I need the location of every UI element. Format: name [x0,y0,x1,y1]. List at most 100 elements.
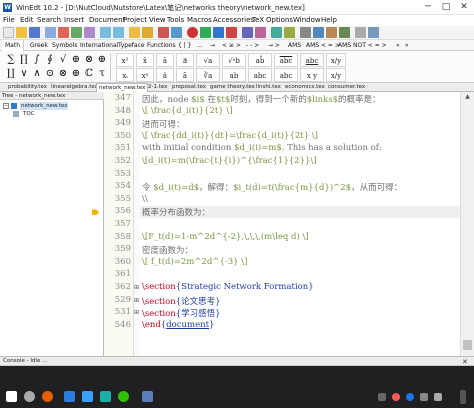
tab-dashed-arrows[interactable]: - - > [246,40,259,51]
superscript-button[interactable]: x² [116,53,134,67]
stop-icon[interactable] [187,27,198,38]
tab-ams-not-relations[interactable]: AMS NOT < = > [338,40,387,51]
bigotimes-symbol[interactable]: ⊗ [57,67,69,80]
tab-game-theory[interactable]: game theory.tex [208,83,257,92]
binomial-button[interactable]: x y [300,68,324,82]
copy-icon[interactable] [71,27,82,38]
oplus-symbol[interactable]: ⊕ [70,53,82,66]
project-icon[interactable] [339,27,350,38]
spellcheck-icon[interactable] [171,27,182,38]
code-line[interactable]: 因此，node $i$ 在$t$时刻，得到一个新的$links$的概率是： [142,93,381,105]
tray-icon-2[interactable] [392,393,400,401]
fold-column[interactable]: ⊞ ⊞ ⊞ [134,92,140,356]
tilde-accent-button[interactable]: ã [176,68,194,82]
tab-consumer[interactable]: consumer.tex [326,83,367,92]
code-line[interactable]: \\ [142,194,148,204]
tray-icon-1[interactable] [378,393,386,401]
pdf-viewer-icon[interactable] [226,27,237,38]
sqrt-symbol[interactable]: √ [57,53,69,66]
code-line[interactable]: 进而可得： [142,118,185,130]
code-line[interactable]: \end{document} [142,320,214,330]
vertical-scrollbar[interactable]: ▲ [460,92,474,356]
macro-icon[interactable] [326,27,337,38]
tab-ams[interactable]: AMS [288,40,301,51]
tab-arrows[interactable]: → [210,40,215,51]
code-line[interactable]: 密度函数为： [142,244,193,256]
menu-help[interactable]: Help [321,15,337,26]
search-icon[interactable] [24,391,35,402]
code-line[interactable]: \[d_i(t)=m(\frac{t}{i})^{\frac{1}{2}}\] [142,156,317,166]
bigoplus2-symbol[interactable]: ⊕ [70,67,82,80]
widehat-button[interactable]: ab̂ [248,53,272,67]
menu-search[interactable]: Search [37,15,61,26]
save-icon[interactable] [29,27,40,38]
bigoplus-symbol[interactable]: ⊕ [96,53,108,66]
volume-icon[interactable] [434,393,442,401]
paste-icon[interactable] [84,27,95,38]
tab-relations[interactable]: < ≥ > [222,40,241,51]
nth-root-button[interactable]: √ᵃb [222,53,246,67]
texify-icon[interactable] [271,27,282,38]
latex-icon[interactable] [213,27,224,38]
odot-symbol[interactable]: ⊙ [44,67,56,80]
help-icon[interactable] [368,27,379,38]
menu-file[interactable]: File [3,15,15,26]
minimize-button[interactable]: ─ [419,0,437,15]
vee-symbol[interactable]: ∨ [18,67,30,80]
sum-symbol[interactable]: ∑ [5,53,17,66]
menu-project[interactable]: Project [123,15,147,26]
otimes-symbol[interactable]: ⊗ [83,53,95,66]
print-icon[interactable] [45,27,56,38]
find-icon[interactable] [129,27,140,38]
code-line[interactable]: \section{Strategic Network Formation} [142,282,314,292]
maximize-button[interactable]: □ [437,0,455,15]
stack-button[interactable]: ab [222,68,246,82]
bibtex-icon[interactable] [242,27,253,38]
sqrt-button[interactable]: √a [196,53,220,67]
coproduct-symbol[interactable]: ∐ [5,67,17,80]
menu-macros[interactable]: Macros [187,15,212,26]
tab-long-arrows[interactable]: → > [268,40,280,51]
collapse-icon[interactable]: − [3,103,9,109]
overline-button[interactable]: x̄ [136,53,154,67]
tree-item-toc[interactable]: TOC [23,110,35,118]
ddot-accent-button[interactable]: ä [156,68,174,82]
tray-icon-4[interactable] [420,393,428,401]
product-symbol[interactable]: ∏ [18,53,30,66]
tab-functions[interactable]: Functions [147,40,176,51]
tab-dots[interactable]: ... [197,40,203,51]
options-icon[interactable] [300,27,311,38]
bar-accent-button[interactable]: ā [156,53,174,67]
pdftex-icon[interactable] [200,27,211,38]
code-line[interactable]: 概率分布函数为： [142,206,210,218]
fold-expand-icon[interactable]: ⊞ [134,284,140,291]
console-close-icon[interactable]: ✕ [462,358,468,366]
tab-international[interactable]: International [80,40,118,51]
menu-accessories[interactable]: Accessories [213,15,254,26]
winedt-app-icon[interactable]: W [3,3,12,12]
wedge-symbol[interactable]: ∧ [31,67,43,80]
code-line[interactable]: 令 $d_i(t)=d$，解得：$i_t(d)=t(\frac{m}{d})^2… [142,181,402,193]
tab-linshi[interactable]: linshi.tex [254,83,283,92]
tab-typeface[interactable]: Typeface [118,40,145,51]
dfrac-button[interactable]: x/y [326,68,346,82]
tab-delimiters[interactable]: { | } [178,40,191,51]
fraction-button[interactable]: x/y [326,53,346,67]
start-icon[interactable] [6,391,17,402]
app-blue-icon[interactable] [64,391,75,402]
tab-math[interactable]: Math [2,40,25,51]
overline-abc-button[interactable]: abc [274,53,298,67]
new-file-icon[interactable] [3,27,14,38]
tau-symbol[interactable]: τ [96,67,108,80]
tree-item-network-new[interactable]: network_new.tex [20,102,69,110]
fold-expand-icon[interactable]: ⊞ [134,297,140,304]
underline-abc-button[interactable]: abc [300,53,324,67]
menu-view[interactable]: View [149,15,166,26]
tab-linearalgebra[interactable]: linearalgebra.tex [49,83,100,92]
code-line[interactable]: \section{学习感悟} [142,307,221,319]
undo-icon[interactable] [100,27,111,38]
scroll-up-arrow-icon[interactable]: ▲ [463,93,472,100]
bookmark-icon[interactable] [158,27,169,38]
cube-root-button[interactable]: ∛a [196,68,220,82]
tab-scroll-right[interactable]: » [405,40,409,51]
